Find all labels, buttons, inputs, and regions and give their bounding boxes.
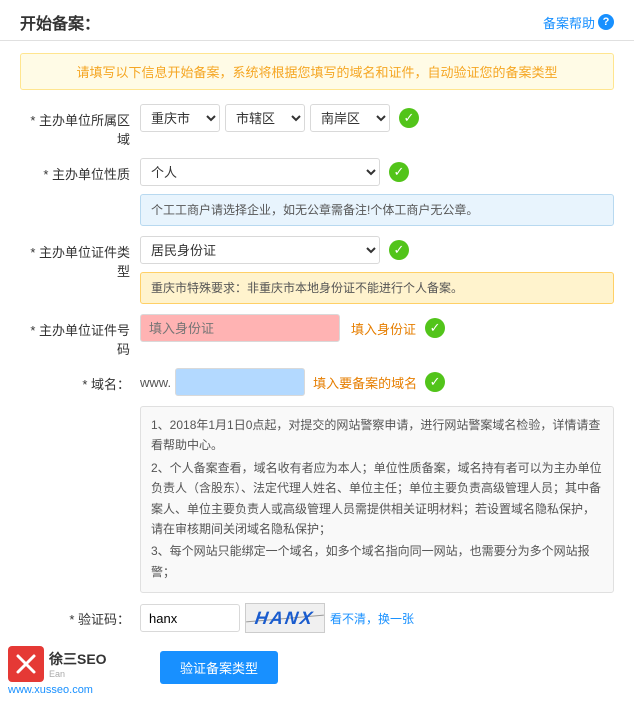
domain-row: * 域名： www. 填入要备案的域名 ✓ 1、2018年1月1日0点起，对提交… (20, 368, 614, 593)
domain-check-icon: ✓ (425, 372, 445, 392)
help-text: 备案帮助 (543, 13, 595, 32)
region-check-icon: ✓ (399, 108, 419, 128)
area-select[interactable]: 南岸区 (310, 104, 390, 132)
captcha-row: * 验证码： HANX 看不清，换一张 (20, 603, 614, 633)
org-type-select[interactable]: 个人 (140, 158, 380, 186)
id-type-label: * 主办单位证件类型 (20, 236, 140, 280)
submit-button[interactable]: 验证备案类型 (160, 651, 278, 684)
domain-label: * 域名： (20, 368, 140, 393)
notice-line1: 1、2018年1月1日0点起，对提交的网站警察申请，进行网站警案域名检验，详情请… (151, 415, 603, 456)
captcha-label: * 验证码： (20, 603, 140, 628)
org-type-check-icon: ✓ (389, 162, 409, 182)
help-icon: ? (598, 14, 614, 30)
city-select[interactable]: 重庆市 (140, 104, 220, 132)
id-type-check-icon: ✓ (389, 240, 409, 260)
notice-line3: 3、每个网站只能绑定一个域名，如多个域名指向同一网站，也需要分为多个网站报警； (151, 541, 603, 582)
id-type-row: * 主办单位证件类型 居民身份证 ✓ 重庆市特殊要求：非重庆市本地身份证不能进行… (20, 236, 614, 304)
org-type-row: * 主办单位性质 个人 ✓ 个工工商户请选择企业，如无公章需备注!个体工商户无公… (20, 158, 614, 226)
id-number-check-icon: ✓ (425, 318, 445, 338)
captcha-input[interactable] (140, 604, 240, 632)
id-number-input[interactable] (140, 314, 340, 342)
page-title: 开始备案： (20, 10, 100, 34)
footer-area: 验证备案类型 (20, 643, 614, 692)
warning-banner: 请填写以下信息开始备案，系统将根据您填写的域名和证件，自动验证您的备案类型 (20, 53, 614, 90)
org-type-label: * 主办单位性质 (20, 158, 140, 183)
help-link[interactable]: 备案帮助 ? (543, 13, 614, 32)
region-label: * 主办单位所属区域 (20, 104, 140, 148)
domain-prefix: www. (140, 375, 171, 390)
id-number-row: * 主办单位证件号码 填入身份证 ✓ (20, 314, 614, 358)
id-type-warn: 重庆市特殊要求：非重庆市本地身份证不能进行个人备案。 (140, 272, 614, 304)
id-number-placeholder-text: 填入身份证 (351, 319, 416, 338)
region-row: * 主办单位所属区域 重庆市 市辖区 南岸区 ✓ (20, 104, 614, 148)
domain-placeholder-text: 填入要备案的域名 (313, 373, 417, 392)
domain-input[interactable] (175, 368, 305, 396)
id-type-select[interactable]: 居民身份证 (140, 236, 380, 264)
district-select[interactable]: 市辖区 (225, 104, 305, 132)
org-type-info: 个工工商户请选择企业，如无公章需备注!个体工商户无公章。 (140, 194, 614, 226)
id-number-label: * 主办单位证件号码 (20, 314, 140, 358)
captcha-refresh-link[interactable]: 看不清，换一张 (330, 610, 414, 627)
captcha-image[interactable]: HANX (245, 603, 325, 633)
notice-line2: 2、个人备案查看，域名收有者应为本人；单位性质备案，域名持有者可以为主办单位负责… (151, 458, 603, 540)
